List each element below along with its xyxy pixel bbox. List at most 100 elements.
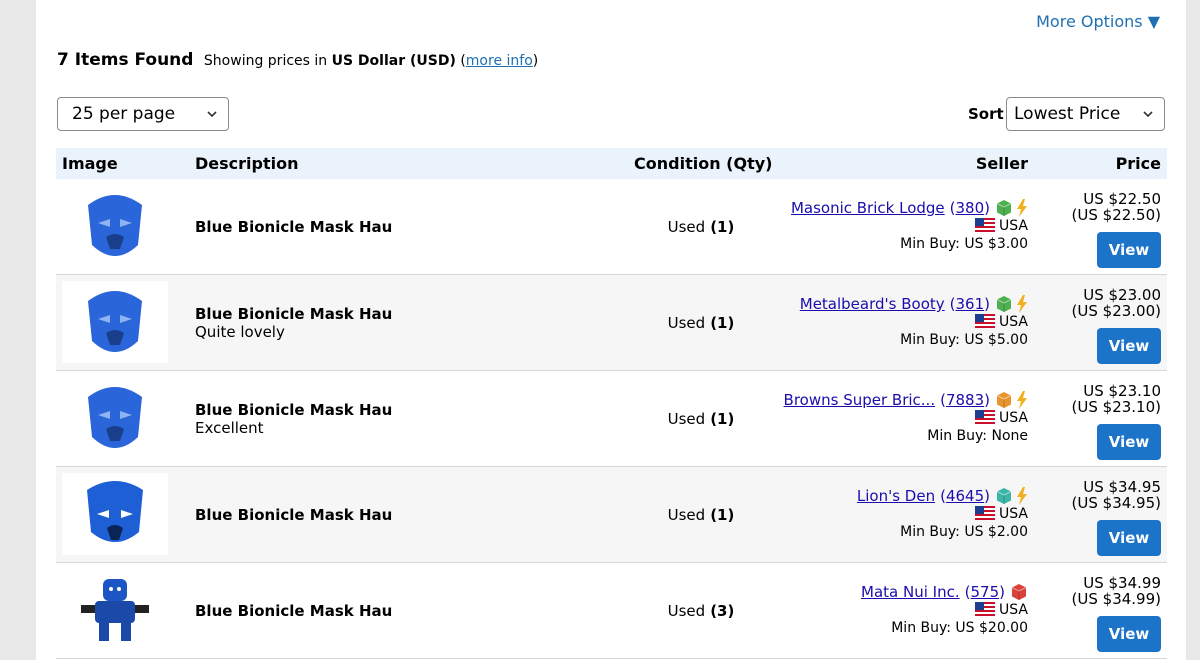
- store-box-icon: [996, 296, 1012, 312]
- country-label: USA: [999, 506, 1028, 522]
- sort-value: Lowest Price: [1014, 104, 1121, 124]
- seller-info: Lion's Den (4645) USA Min Buy: US $2.00: [857, 487, 1028, 541]
- mask-image-icon: [87, 481, 143, 542]
- seller-link[interactable]: Lion's Den: [857, 487, 935, 505]
- view-button[interactable]: View: [1097, 424, 1161, 460]
- feedback-count[interactable]: 575: [971, 583, 1000, 601]
- country-label: USA: [999, 218, 1028, 234]
- price-value: US $34.95: [1083, 478, 1161, 496]
- seller-info: Masonic Brick Lodge (380) USA Min Buy: U…: [791, 199, 1028, 253]
- item-condition: Used (1): [634, 371, 768, 467]
- table-row: Blue Bionicle Mask Hau Used (1) Masonic …: [56, 179, 1167, 275]
- condition-qty: (1): [710, 314, 735, 332]
- item-title: Blue Bionicle Mask Hau: [195, 401, 393, 419]
- us-flag-icon: [975, 506, 996, 520]
- view-button[interactable]: View: [1097, 328, 1161, 364]
- table-row: Blue Bionicle Mask Hau Quite lovely Used…: [56, 275, 1167, 371]
- item-description: Blue Bionicle Mask Hau Excellent: [195, 371, 392, 467]
- view-button[interactable]: View: [1097, 232, 1161, 268]
- table-header: Image Description Condition (Qty) Seller…: [56, 148, 1167, 179]
- min-buy: Min Buy: US $2.00: [900, 524, 1028, 540]
- seller-country: USA: [800, 313, 1028, 331]
- view-button[interactable]: View: [1097, 520, 1161, 556]
- sort-select[interactable]: Lowest Price: [1006, 97, 1165, 131]
- mask-image-icon: [88, 387, 142, 448]
- per-page-select[interactable]: 25 per page: [57, 97, 229, 131]
- item-condition: Used (3): [634, 563, 768, 659]
- seller-link[interactable]: Metalbeard's Booty: [800, 295, 945, 313]
- item-thumbnail[interactable]: [62, 281, 168, 363]
- seller-country: USA: [861, 601, 1028, 619]
- price-value: US $23.00: [1083, 286, 1161, 304]
- item-note: Excellent: [195, 419, 264, 437]
- us-flag-icon: [975, 314, 996, 328]
- country-label: USA: [999, 602, 1028, 618]
- seller-country: USA: [784, 409, 1028, 427]
- condition-qty: (1): [710, 410, 735, 428]
- items-found-count: 7 Items Found: [57, 50, 194, 70]
- view-button[interactable]: View: [1097, 616, 1161, 652]
- mask-image-icon: [88, 195, 142, 256]
- table-row: Blue Bionicle Mask Hau Used (1) Lion's D…: [56, 467, 1167, 563]
- min-buy: Min Buy: US $5.00: [900, 332, 1028, 348]
- store-box-icon: [996, 200, 1012, 216]
- seller-feedback[interactable]: (380): [950, 199, 990, 217]
- seller-info: Mata Nui Inc. (575) USA Min Buy: US $20.…: [861, 583, 1028, 637]
- seller-country: USA: [791, 217, 1028, 235]
- item-price: US $23.00 (US $23.00) View: [1072, 287, 1161, 364]
- feedback-count[interactable]: 4645: [946, 487, 984, 505]
- instant-checkout-bolt-icon: [1017, 295, 1027, 313]
- seller-country: USA: [857, 505, 1028, 523]
- table-row: Blue Bionicle Mask Hau Excellent Used (1…: [56, 371, 1167, 467]
- seller-feedback[interactable]: (575): [965, 583, 1005, 601]
- item-description: Blue Bionicle Mask Hau: [195, 467, 392, 563]
- item-thumbnail[interactable]: [62, 569, 168, 651]
- instant-checkout-bolt-icon: [1017, 199, 1027, 217]
- feedback-count[interactable]: 7883: [946, 391, 984, 409]
- condition-text: Used: [667, 314, 706, 332]
- item-thumbnail[interactable]: [62, 377, 168, 459]
- us-flag-icon: [975, 410, 996, 424]
- country-label: USA: [999, 410, 1028, 426]
- mask-image-icon: [88, 291, 142, 352]
- item-thumbnail[interactable]: [62, 473, 168, 555]
- chevron-down-icon: [1143, 111, 1153, 118]
- item-price: US $34.99 (US $34.99) View: [1072, 575, 1161, 652]
- seller-feedback[interactable]: (4645): [940, 487, 990, 505]
- item-price: US $23.10 (US $23.10) View: [1072, 383, 1161, 460]
- price-converted: (US $23.10): [1071, 398, 1161, 416]
- column-header-condition: Condition (Qty): [634, 154, 773, 173]
- condition-text: Used: [667, 506, 706, 524]
- item-price: US $22.50 (US $22.50) View: [1072, 191, 1161, 268]
- condition-qty: (1): [710, 218, 735, 236]
- condition-text: Used: [667, 410, 706, 428]
- item-title: Blue Bionicle Mask Hau: [195, 305, 393, 323]
- seller-feedback[interactable]: (7883): [940, 391, 990, 409]
- more-info-link[interactable]: more info: [466, 53, 533, 69]
- min-buy: Min Buy: US $3.00: [900, 236, 1028, 252]
- more-options-link[interactable]: More Options ▼: [1036, 12, 1160, 31]
- us-flag-icon: [975, 602, 996, 616]
- item-title: Blue Bionicle Mask Hau: [195, 506, 393, 524]
- price-value: US $23.10: [1083, 382, 1161, 400]
- store-box-icon: [996, 488, 1012, 504]
- column-header-description: Description: [195, 154, 299, 173]
- feedback-count[interactable]: 361: [956, 295, 985, 313]
- seller-link[interactable]: Masonic Brick Lodge: [791, 199, 945, 217]
- column-header-price: Price: [1115, 154, 1161, 173]
- showing-prices-text: Showing prices in: [203, 53, 328, 69]
- table-row: Blue Bionicle Mask Hau Used (3) Mata Nui…: [56, 563, 1167, 659]
- item-note: Quite lovely: [195, 323, 285, 341]
- price-converted: (US $23.00): [1071, 302, 1161, 320]
- seller-link[interactable]: Mata Nui Inc.: [861, 583, 960, 601]
- store-box-icon: [996, 392, 1012, 408]
- feedback-count[interactable]: 380: [956, 199, 985, 217]
- seller-link[interactable]: Browns Super Bric...: [784, 391, 936, 409]
- condition-qty: (1): [710, 506, 735, 524]
- price-value: US $34.99: [1083, 574, 1161, 592]
- seller-feedback[interactable]: (361): [950, 295, 990, 313]
- item-thumbnail[interactable]: [62, 185, 168, 267]
- seller-info: Browns Super Bric... (7883) USA Min Buy:…: [784, 391, 1028, 445]
- country-label: USA: [999, 314, 1028, 330]
- price-converted: (US $34.95): [1071, 494, 1161, 512]
